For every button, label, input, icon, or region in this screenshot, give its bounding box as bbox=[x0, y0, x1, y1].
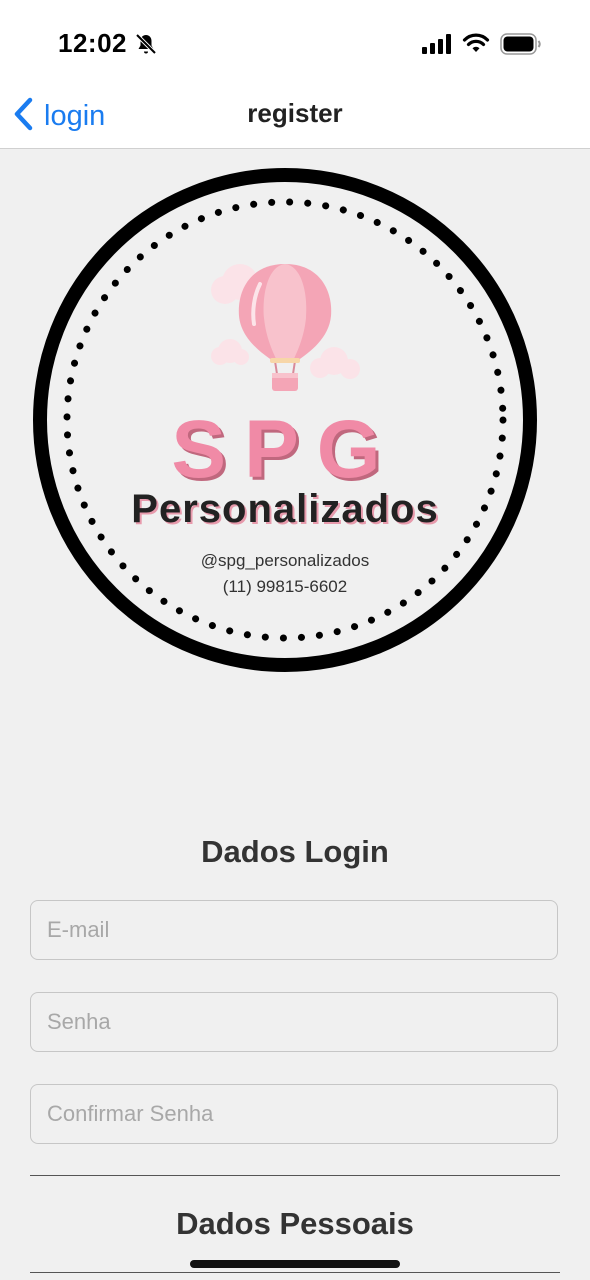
section-divider bbox=[30, 1272, 560, 1273]
logo-subtitle: Personalizados bbox=[131, 487, 438, 531]
wifi-icon bbox=[462, 32, 490, 59]
status-bar: 12:02 bbox=[0, 0, 590, 88]
signal-icon bbox=[422, 34, 454, 59]
logo-handle: @spg_personalizados bbox=[201, 551, 369, 570]
bell-slash-icon bbox=[134, 32, 158, 61]
confirm-password-field[interactable] bbox=[30, 1084, 558, 1144]
home-indicator bbox=[190, 1260, 400, 1268]
brand-logo: SPG SPG Personalizados Personalizados @s… bbox=[30, 166, 540, 676]
page-title: register bbox=[247, 98, 343, 128]
password-field[interactable] bbox=[30, 992, 558, 1052]
section-divider bbox=[30, 1175, 560, 1176]
section-title-login: Dados Login bbox=[201, 834, 389, 869]
navigation-bar: login register bbox=[0, 88, 590, 149]
logo-brand-text: SPG bbox=[171, 404, 398, 495]
logo-phone: (11) 99815-6602 bbox=[223, 577, 347, 596]
email-field[interactable] bbox=[30, 900, 558, 960]
battery-icon bbox=[500, 33, 542, 60]
section-title-personal: Dados Pessoais bbox=[176, 1206, 414, 1241]
status-time: 12:02 bbox=[58, 28, 127, 58]
